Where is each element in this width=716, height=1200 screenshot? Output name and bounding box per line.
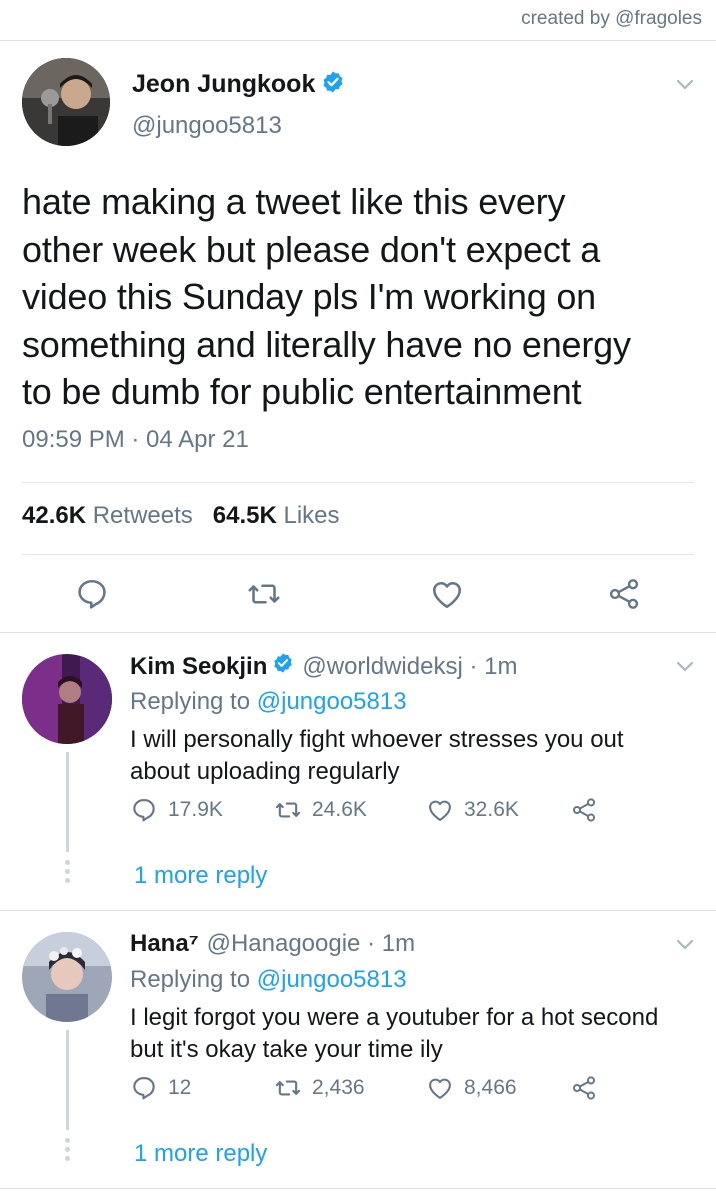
thread-dots: [64, 860, 71, 887]
share-icon: [572, 798, 596, 822]
retweet-button[interactable]: 2,436: [274, 1074, 365, 1102]
retweet-count: 24.6K: [312, 798, 367, 821]
retweets-stat[interactable]: 42.6K Retweets: [22, 502, 193, 530]
divider: [0, 910, 716, 911]
more-replies-link[interactable]: 1 more reply: [134, 1140, 267, 1168]
retweets-label: Retweets: [92, 502, 193, 529]
replying-to: Replying to @jungoo5813: [130, 688, 407, 716]
share-icon[interactable]: [606, 576, 642, 612]
avatar-photo: [22, 932, 112, 1022]
reply-author-handle[interactable]: @Hanagoogie · 1m: [207, 930, 415, 958]
likes-label: Likes: [283, 502, 340, 529]
avatar[interactable]: [22, 58, 110, 146]
like-button[interactable]: 8,466: [426, 1074, 517, 1102]
tweet-timestamp[interactable]: 09:59 PM · 04 Apr 21: [22, 426, 249, 454]
more-replies-link[interactable]: 1 more reply: [134, 862, 267, 890]
reply-text: I legit forgot you were a youtuber for a…: [130, 1002, 700, 1066]
tweet-text-line: something and literally have no energy: [22, 323, 631, 365]
reply-text-line: I legit forgot you were a youtuber for a…: [130, 1004, 659, 1031]
chevron-down-icon[interactable]: [676, 660, 694, 678]
like-count: 32.6K: [464, 798, 519, 821]
verified-badge-icon: [272, 652, 294, 681]
share-button[interactable]: [570, 1074, 608, 1102]
likes-count: 64.5K: [212, 502, 277, 529]
divider: [0, 1188, 716, 1189]
replying-prefix: Replying to: [130, 966, 251, 993]
heart-icon: [429, 1078, 451, 1099]
thread-line: [66, 1030, 69, 1130]
chevron-down-icon[interactable]: [676, 78, 694, 96]
divider: [22, 482, 694, 483]
thread-line: [66, 752, 69, 852]
like-button[interactable]: 32.6K: [426, 796, 519, 824]
reply-count: 17.9K: [168, 798, 223, 821]
like-count: 8,466: [464, 1076, 517, 1099]
replying-to: Replying to @jungoo5813: [130, 966, 407, 994]
retweet-icon: [275, 1080, 301, 1096]
tweet-text-line: video this Sunday pls I'm working on: [22, 276, 596, 317]
reply-text-line: I will personally fight whoever stresses…: [130, 726, 624, 753]
tweet-text-line: to be dumb for public entertainment: [22, 371, 582, 412]
reply-author-name[interactable]: Hana⁷: [130, 930, 199, 958]
author-handle[interactable]: @jungoo5813: [132, 112, 282, 140]
retweet-icon[interactable]: [246, 576, 282, 612]
reply-author-name[interactable]: Kim Seokjin: [130, 653, 267, 681]
author-name[interactable]: Jeon Jungkook: [132, 70, 315, 99]
reply-text-line: about uploading regularly: [130, 758, 400, 785]
tweet-text-line: other week but please don't expect a: [22, 228, 601, 270]
share-icon: [572, 1076, 596, 1100]
chevron-down-icon[interactable]: [676, 938, 694, 956]
reply-text-line: but it's okay take your time ily: [130, 1036, 443, 1063]
tweet-text: hate making a tweet like this every othe…: [22, 178, 702, 416]
divider: [0, 632, 716, 633]
reply-button[interactable]: 17.9K: [130, 796, 223, 824]
avatar-photo: [22, 654, 112, 744]
verified-badge-icon: [321, 70, 345, 99]
reply-icon[interactable]: [74, 576, 110, 612]
likes-stat[interactable]: 64.5K Likes: [213, 502, 340, 530]
divider: [22, 554, 694, 555]
reply-count: 12: [168, 1076, 192, 1099]
heart-icon: [429, 800, 451, 821]
reply-text: I will personally fight whoever stresses…: [130, 724, 700, 788]
divider: [0, 40, 716, 41]
credit-text: created by @fragoles: [521, 8, 702, 29]
retweets-count: 42.6K: [22, 502, 87, 529]
share-button[interactable]: [570, 796, 608, 824]
reply-icon: [133, 1077, 155, 1100]
heart-icon[interactable]: [429, 576, 465, 612]
retweet-button[interactable]: 24.6K: [274, 796, 367, 824]
retweet-count: 2,436: [312, 1076, 365, 1099]
avatar[interactable]: [22, 654, 112, 744]
replying-prefix: Replying to: [130, 688, 251, 715]
replying-to-mention[interactable]: @jungoo5813: [257, 966, 407, 993]
tweet-text-line: hate making a tweet like this every: [22, 181, 566, 222]
reply-icon: [133, 799, 155, 822]
tweet-stats: 42.6K Retweets 64.5K Likes: [22, 502, 340, 530]
reply-author-handle[interactable]: @worldwideksj · 1m: [302, 653, 517, 681]
replying-to-mention[interactable]: @jungoo5813: [257, 688, 407, 715]
reply-button[interactable]: 12: [130, 1074, 191, 1102]
avatar-photo: [22, 58, 110, 146]
thread-dots: [64, 1138, 71, 1165]
avatar[interactable]: [22, 932, 112, 1022]
retweet-icon: [275, 802, 301, 818]
